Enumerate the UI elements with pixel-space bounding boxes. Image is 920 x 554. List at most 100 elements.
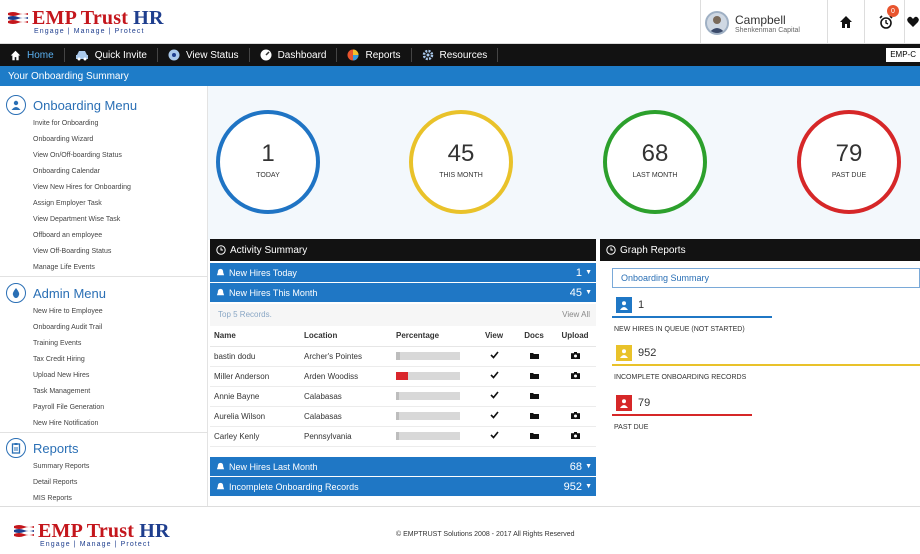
upload-cell[interactable] xyxy=(554,386,596,407)
upload-cell[interactable] xyxy=(554,406,596,427)
reports-menu-item[interactable]: Summary Reports xyxy=(33,459,208,475)
docs-cell[interactable] xyxy=(514,366,554,387)
graph-item-queue: 1 NEW HIRES IN QUEUE (NOT STARTED) xyxy=(612,296,920,333)
folder-icon[interactable] xyxy=(529,392,539,399)
docs-cell[interactable] xyxy=(514,346,554,367)
admin-menu-header[interactable]: Admin Menu xyxy=(0,282,208,304)
check-icon[interactable] xyxy=(489,411,499,419)
stat-value: 1 xyxy=(261,140,275,167)
onboarding-menu-item[interactable]: Onboarding Wizard xyxy=(33,132,208,148)
onboarding-menu-item[interactable]: View Department Wise Task xyxy=(33,212,208,228)
menu-divider xyxy=(0,432,208,433)
record-location: Pennsylvania xyxy=(300,426,392,447)
stat-past-due[interactable]: 79 PAST DUE xyxy=(797,110,901,214)
camera-icon[interactable] xyxy=(570,431,580,439)
onboarding-menu-item[interactable]: Manage Life Events xyxy=(33,260,208,276)
onboarding-menu-header[interactable]: Onboarding Menu xyxy=(0,94,208,116)
record-location: Arden Woodiss xyxy=(300,366,392,387)
nav-home[interactable]: Home xyxy=(0,44,64,66)
onboarding-menu-item[interactable]: View On/Off-boarding Status xyxy=(33,148,208,164)
graph-report-select[interactable]: Onboarding Summary xyxy=(612,268,920,288)
table-header-row: Name Location Percentage View Docs Uploa… xyxy=(210,326,596,347)
admin-menu-item[interactable]: Payroll File Generation xyxy=(33,400,208,416)
employer-selector[interactable]: EMP-C xyxy=(886,48,920,62)
docs-cell[interactable] xyxy=(514,406,554,427)
upload-cell[interactable] xyxy=(554,346,596,367)
col-docs: Docs xyxy=(514,326,554,347)
record-percentage xyxy=(392,426,474,447)
nav-separator xyxy=(497,48,499,62)
view-all-link[interactable]: View All xyxy=(562,310,590,319)
admin-menu-item[interactable]: Training Events xyxy=(33,336,208,352)
view-cell[interactable] xyxy=(474,406,514,427)
stat-last-month[interactable]: 68 LAST MONTH xyxy=(603,110,707,214)
nav-reports[interactable]: Reports xyxy=(337,44,410,66)
clock-icon xyxy=(606,245,616,255)
progress-fill xyxy=(396,432,400,440)
progress-bar xyxy=(396,352,460,360)
admin-menu-item[interactable]: New Hire to Employee xyxy=(33,304,208,320)
stat-today[interactable]: 1 TODAY xyxy=(216,110,320,214)
brand-logo[interactable]: EMP Trust HR Engage | Manage | Protect xyxy=(8,8,164,36)
nav-resources[interactable]: Resources xyxy=(412,44,498,66)
reports-menu-item[interactable]: MIS Reports xyxy=(33,491,208,507)
reports-menu-header[interactable]: Reports xyxy=(0,437,208,459)
onboarding-menu-item[interactable]: View Off-Boarding Status xyxy=(33,244,208,260)
check-icon[interactable] xyxy=(489,431,499,439)
gear-icon xyxy=(422,49,433,61)
nav-quick-invite[interactable]: Quick Invite xyxy=(65,44,157,66)
docs-cell[interactable] xyxy=(514,386,554,407)
bell-icon xyxy=(216,482,225,490)
view-cell[interactable] xyxy=(474,386,514,407)
record-name: Annie Bayne xyxy=(210,386,300,407)
check-icon[interactable] xyxy=(489,391,499,399)
camera-icon[interactable] xyxy=(570,371,580,379)
top-records-header: Top 5 Records. View All xyxy=(210,304,596,326)
user-profile[interactable]: Campbell Shenkenman Capital xyxy=(705,6,825,40)
view-cell[interactable] xyxy=(474,426,514,447)
folder-icon[interactable] xyxy=(529,412,539,419)
admin-menu-item[interactable]: Tax Credit Hiring xyxy=(33,352,208,368)
nav-dashboard[interactable]: Dashboard xyxy=(250,44,337,66)
folder-icon[interactable] xyxy=(529,352,539,359)
admin-menu-item[interactable]: Onboarding Audit Trail xyxy=(33,320,208,336)
avatar xyxy=(705,11,729,35)
home-icon[interactable] xyxy=(836,12,856,32)
onboarding-menu-item[interactable]: Assign Employer Task xyxy=(33,196,208,212)
admin-menu-item[interactable]: Task Management xyxy=(33,384,208,400)
upload-cell[interactable] xyxy=(554,426,596,447)
new-hires-today-row[interactable]: New Hires Today 1 ▼ xyxy=(210,263,596,282)
new-hires-this-month-row[interactable]: New Hires This Month 45 ▼ xyxy=(210,283,596,302)
incomplete-onboarding-row[interactable]: Incomplete Onboarding Records 952 ▼ xyxy=(210,477,596,496)
check-icon[interactable] xyxy=(489,351,499,359)
alarm-clock-icon[interactable]: 0 xyxy=(876,5,899,32)
camera-icon[interactable] xyxy=(570,411,580,419)
nav-view-status[interactable]: View Status xyxy=(158,44,249,66)
folder-icon[interactable] xyxy=(529,372,539,379)
sidebar: Onboarding Menu Invite for Onboarding Onb… xyxy=(0,86,208,506)
onboarding-menu-item[interactable]: Invite for Onboarding xyxy=(33,116,208,132)
admin-menu-item[interactable]: Upload New Hires xyxy=(33,368,208,384)
camera-icon[interactable] xyxy=(570,351,580,359)
folder-icon[interactable] xyxy=(529,432,539,439)
upload-cell[interactable] xyxy=(554,366,596,387)
view-cell[interactable] xyxy=(474,366,514,387)
graph-reports-header: Graph Reports xyxy=(600,239,920,261)
view-cell[interactable] xyxy=(474,346,514,367)
onboarding-menu-item[interactable]: View New Hires for Onboarding xyxy=(33,180,208,196)
record-percentage xyxy=(392,346,474,367)
reports-menu-item[interactable]: Detail Reports xyxy=(33,475,208,491)
onboarding-menu-item[interactable]: Offboard an employee xyxy=(33,228,208,244)
admin-menu-item[interactable]: New Hire Notification xyxy=(33,416,208,432)
graph-label: INCOMPLETE ONBOARDING RECORDS xyxy=(614,374,747,381)
nav-label: Dashboard xyxy=(277,49,327,61)
new-hires-last-month-row[interactable]: New Hires Last Month 68 ▼ xyxy=(210,457,596,476)
stat-this-month[interactable]: 45 THIS MONTH xyxy=(409,110,513,214)
record-name: Carley Kenly xyxy=(210,426,300,447)
col-name: Name xyxy=(210,326,300,347)
docs-cell[interactable] xyxy=(514,426,554,447)
check-icon[interactable] xyxy=(489,371,499,379)
heart-icon[interactable] xyxy=(906,12,920,32)
stat-value: 45 xyxy=(447,140,475,167)
onboarding-menu-item[interactable]: Onboarding Calendar xyxy=(33,164,208,180)
